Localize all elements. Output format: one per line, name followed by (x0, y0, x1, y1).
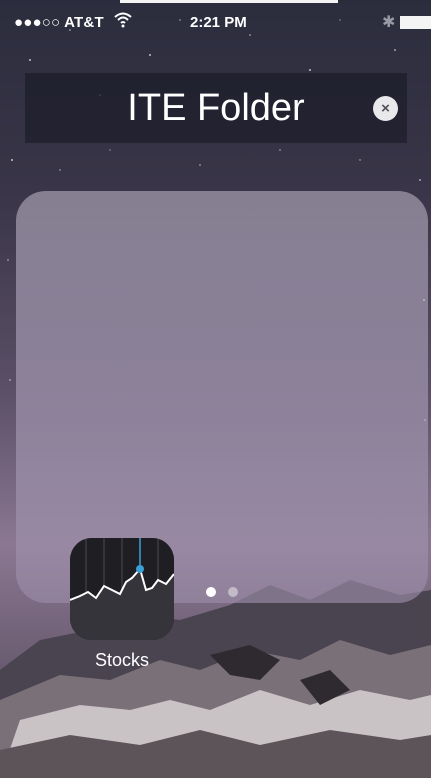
home-screen: ●●●○○ AT&T 2:21 PM ✱ ITE Folder × Stocks (0, 0, 431, 778)
stocks-icon[interactable] (70, 538, 174, 640)
top-indicator-line (120, 0, 338, 3)
carrier-label: ●●●○○ AT&T (14, 14, 104, 31)
carrier-name: AT&T (64, 14, 104, 31)
close-icon: × (381, 100, 390, 117)
page-dot-active (206, 587, 216, 597)
app-label: Stocks (94, 650, 150, 670)
folder-title-bar: ITE Folder × (25, 73, 407, 143)
status-bar: ●●●○○ AT&T 2:21 PM ✱ (0, 8, 431, 38)
clear-title-button[interactable]: × (373, 96, 398, 121)
bluetooth-icon: ✱ (382, 14, 396, 31)
stocks-chart-graphic (70, 538, 174, 640)
folder-title[interactable]: ITE Folder (25, 73, 407, 143)
battery-icon (400, 16, 431, 29)
wifi-icon (114, 12, 132, 28)
page-dot (228, 587, 238, 597)
page-indicator[interactable] (202, 587, 242, 599)
clock: 2:21 PM (190, 14, 247, 31)
signal-strength-icon: ●●●○○ (14, 14, 61, 31)
